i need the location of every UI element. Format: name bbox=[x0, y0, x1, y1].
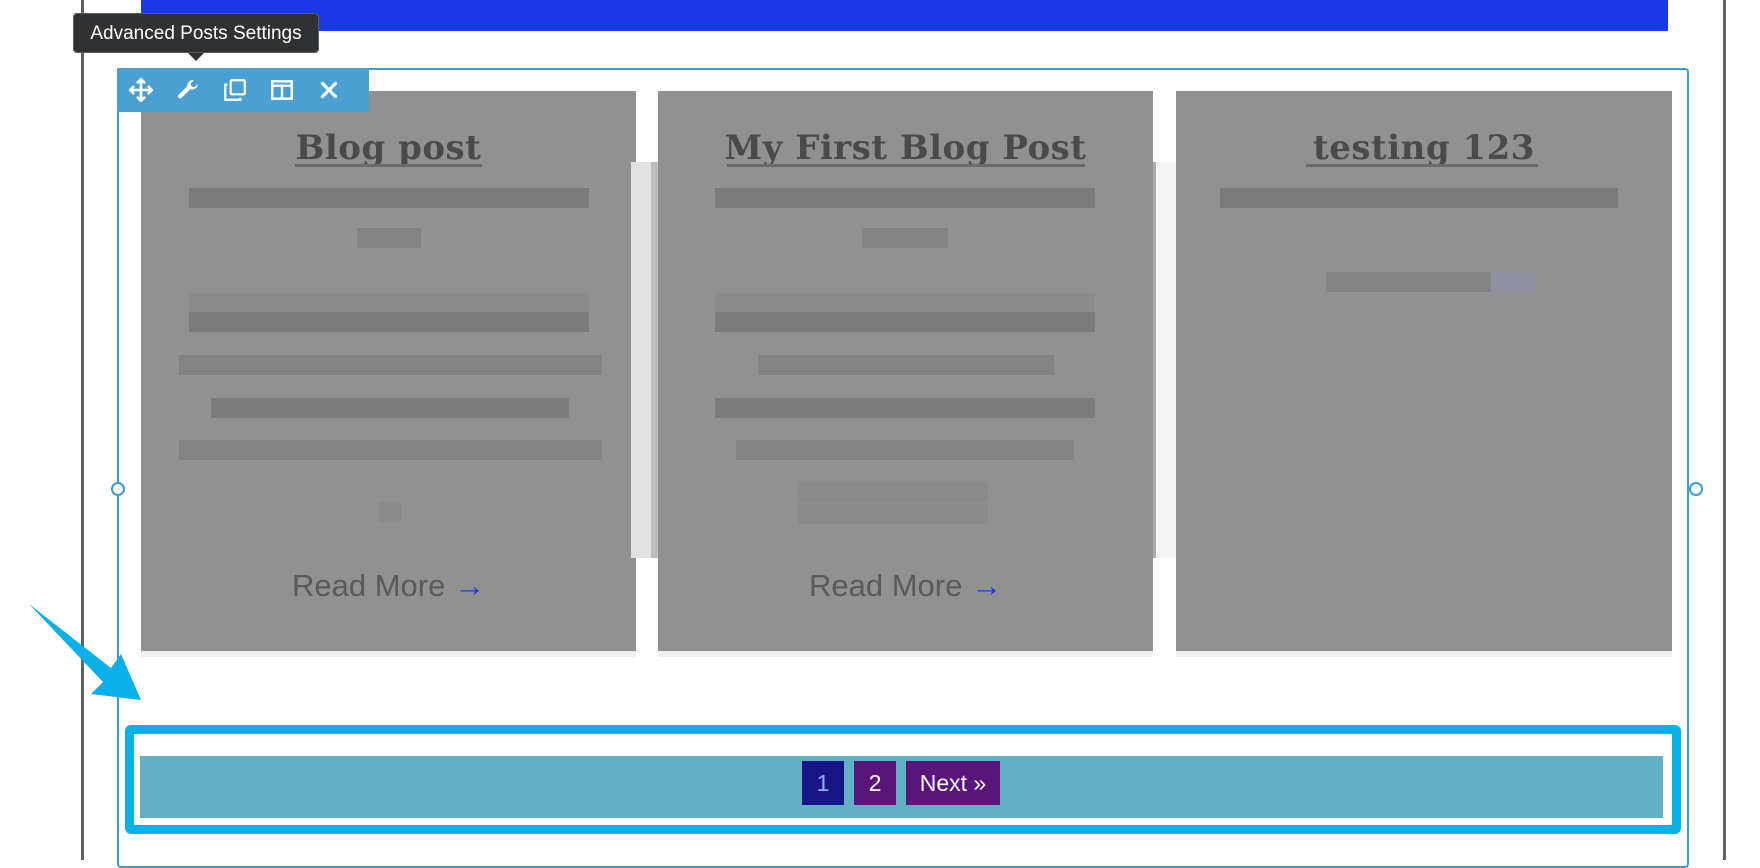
callout-arrow-icon bbox=[29, 604, 141, 700]
page-button[interactable]: 2 bbox=[854, 761, 896, 805]
post-excerpt-line bbox=[379, 502, 401, 522]
post-excerpt-line bbox=[1220, 188, 1618, 208]
post-excerpt-line bbox=[715, 293, 1095, 313]
right-arrow-icon: → bbox=[970, 568, 1002, 603]
post-excerpt-line bbox=[179, 440, 602, 460]
post-excerpt-line bbox=[1326, 272, 1491, 292]
resize-handle-left[interactable] bbox=[111, 482, 125, 496]
post-excerpt-line bbox=[189, 188, 589, 208]
read-more-label: Read More bbox=[292, 568, 446, 603]
page-frame-left bbox=[81, 0, 84, 860]
columns-icon[interactable] bbox=[258, 68, 305, 112]
post-excerpt-line bbox=[798, 504, 988, 524]
toolbar-tooltip: Advanced Posts Settings bbox=[73, 13, 319, 53]
column-divider bbox=[631, 162, 653, 558]
read-more-link[interactable]: Read More → bbox=[658, 568, 1153, 604]
post-excerpt-line bbox=[211, 398, 569, 418]
close-icon[interactable] bbox=[305, 68, 352, 112]
post-excerpt-line bbox=[179, 355, 602, 375]
post-title[interactable]: My First Blog Post bbox=[658, 128, 1153, 168]
read-more-link[interactable]: Read More → bbox=[141, 568, 636, 604]
post-excerpt-line bbox=[189, 293, 589, 313]
page-frame-right bbox=[1723, 0, 1726, 860]
read-more-label: Read More bbox=[809, 568, 963, 603]
post-excerpt-line bbox=[189, 312, 589, 332]
post-title[interactable]: testing 123 bbox=[1176, 128, 1672, 168]
post-excerpt-line bbox=[862, 228, 948, 248]
post-excerpt-line bbox=[758, 355, 1054, 375]
duplicate-icon[interactable] bbox=[211, 68, 258, 112]
wrench-icon[interactable] bbox=[164, 68, 211, 112]
module-toolbar bbox=[117, 68, 369, 112]
column-divider bbox=[1156, 162, 1178, 558]
page-button-current[interactable]: 1 bbox=[802, 761, 844, 805]
resize-handle-right[interactable] bbox=[1689, 482, 1703, 496]
post-excerpt-line bbox=[357, 228, 421, 248]
move-icon[interactable] bbox=[117, 68, 164, 112]
post-excerpt-line bbox=[1491, 272, 1535, 292]
post-excerpt-line bbox=[715, 312, 1095, 332]
post-excerpt-line bbox=[736, 440, 1074, 460]
tooltip-tail bbox=[188, 53, 204, 61]
right-arrow-icon: → bbox=[453, 568, 485, 603]
post-excerpt-line bbox=[798, 482, 988, 502]
post-title-underline bbox=[295, 164, 482, 167]
post-excerpt-line bbox=[715, 188, 1095, 208]
pagination-bar bbox=[140, 756, 1663, 818]
next-page-button[interactable]: Next » bbox=[906, 761, 1000, 805]
post-title-underline bbox=[727, 164, 1085, 167]
post-title[interactable]: Blog post bbox=[141, 128, 636, 168]
post-title-underline bbox=[1306, 164, 1538, 167]
post-excerpt-line bbox=[715, 398, 1095, 418]
